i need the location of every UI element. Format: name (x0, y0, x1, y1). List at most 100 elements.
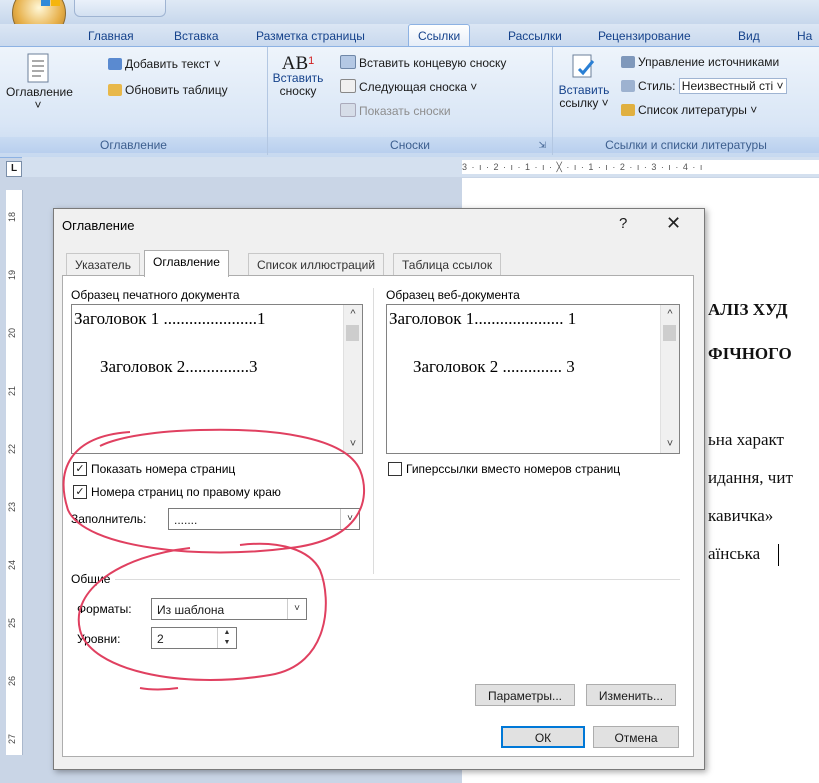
tab-view[interactable]: Вид (738, 29, 760, 43)
vertical-ruler[interactable]: 18 19 20 21 22 23 24 25 26 27 (6, 190, 23, 755)
update-table-button[interactable]: Обновить таблицу (108, 83, 228, 97)
update-table-label: Обновить таблицу (125, 83, 228, 97)
scroll-thumb[interactable] (663, 325, 676, 341)
leader-select[interactable]: ....... ˅ (168, 508, 360, 530)
bibliography-button[interactable]: Список литературы ˅ (621, 103, 757, 117)
manage-sources-button[interactable]: Управление источниками (621, 55, 779, 69)
manage-sources-icon (621, 56, 635, 68)
toc-icon (27, 53, 49, 83)
tab-insert[interactable]: Вставка (174, 29, 219, 43)
ok-button[interactable]: ОК (501, 726, 585, 748)
tab-figures[interactable]: Список иллюстраций (248, 253, 385, 276)
insert-footnote-button[interactable]: AB1 Вставить сноску (272, 54, 324, 98)
levels-stepper[interactable]: 2 ▲ ▼ (151, 627, 237, 649)
toc-button-label: Оглавление (6, 85, 73, 99)
help-icon[interactable]: ? (619, 215, 627, 232)
web-preview-line-2: Заголовок 2 .............. 3 (413, 357, 575, 376)
close-icon[interactable]: ✕ (666, 213, 681, 234)
tab-page-layout[interactable]: Разметка страницы (256, 29, 365, 43)
insert-footnote-label-2: сноску (279, 84, 317, 98)
scroll-down-icon[interactable]: ˅ (344, 435, 362, 453)
vruler-number: 19 (7, 269, 18, 281)
citations-group: Вставить ссылку ˅ Управление источниками… (553, 47, 819, 155)
web-preview[interactable]: Заголовок 1..................... 1 Загол… (386, 304, 680, 454)
ribbon-tabs: Главная Вставка Разметка страницы Ссылки… (0, 24, 819, 47)
next-footnote-label: Следующая сноска ˅ (359, 80, 478, 94)
tab-references[interactable]: Ссылки (408, 24, 471, 47)
scroll-up-icon[interactable]: ^ (661, 305, 679, 323)
hyperlinks-checkbox[interactable] (388, 462, 402, 476)
vruler-number: 21 (7, 385, 18, 397)
quick-access-toolbar[interactable] (74, 0, 166, 17)
chevron-down-icon: ˅ (340, 509, 359, 529)
dialog-title: Оглавление (62, 218, 135, 233)
tab-home[interactable]: Главная (88, 29, 134, 43)
doc-line: ФІЧНОГО (708, 344, 792, 363)
add-text-button[interactable]: Добавить текст ˅ (108, 57, 221, 71)
ab-superscript: 1 (308, 55, 315, 67)
next-footnote-button[interactable]: Следующая сноска ˅ (340, 79, 477, 94)
update-table-icon (108, 84, 122, 96)
formats-label: Форматы: (77, 602, 132, 616)
show-page-numbers-checkbox[interactable]: ✓ (73, 462, 87, 476)
right-align-checkbox[interactable]: ✓ (73, 485, 87, 499)
print-preview-label: Образец печатного документа (71, 288, 240, 302)
ribbon: Оглавление ˅ Добавить текст ˅ Обновить та… (0, 46, 819, 158)
web-preview-label: Образец веб-документа (386, 288, 520, 302)
tab-review[interactable]: Рецензирование (598, 29, 691, 43)
insert-citation-button[interactable]: Вставить ссылку ˅ (557, 53, 611, 110)
show-notes-button[interactable]: Показать сноски (340, 103, 451, 118)
formats-select[interactable]: Из шаблона ˅ (151, 598, 307, 620)
text-cursor (778, 544, 779, 566)
show-notes-icon (340, 103, 356, 117)
doc-line: кавичка» (708, 506, 774, 525)
levels-label: Уровни: (77, 632, 121, 646)
toc-group-label: Оглавление (0, 137, 267, 153)
add-text-label: Добавить текст ˅ (125, 57, 221, 71)
tab-mailings[interactable]: Рассылки (508, 29, 562, 43)
tab-more[interactable]: На (797, 29, 812, 43)
vruler-number: 27 (7, 733, 18, 745)
style-selector[interactable]: Стиль: Неизвестный сті ˅ (621, 78, 787, 94)
insert-citation-label-1: Вставить (558, 83, 610, 97)
cancel-button[interactable]: Отмена (593, 726, 679, 748)
right-align-label: Номера страниц по правому краю (91, 485, 281, 499)
scroll-thumb[interactable] (346, 325, 359, 341)
style-icon (621, 80, 635, 92)
bibliography-icon (621, 104, 635, 116)
doc-line: идання, чит (708, 468, 793, 487)
toc-dialog: Оглавление ? ✕ Указатель Оглавление Спис… (53, 208, 705, 770)
options-button[interactable]: Параметры... (475, 684, 575, 706)
web-preview-line-1: Заголовок 1..................... 1 (389, 309, 577, 328)
vruler-number: 23 (7, 501, 18, 513)
scroll-down-icon[interactable]: ˅ (661, 435, 679, 453)
citations-group-label: Ссылки и списки литературы (553, 137, 819, 153)
tab-panel: Образец печатного документа Заголовок 1 … (62, 275, 694, 757)
dialog-launcher-icon[interactable]: ⇲ (538, 137, 546, 153)
scroll-up-icon[interactable]: ^ (344, 305, 362, 323)
insert-endnote-button[interactable]: Вставить концевую сноску (340, 55, 506, 70)
tab-selector[interactable]: L (6, 161, 22, 177)
doc-line: ьна характ (708, 430, 784, 449)
tab-toc[interactable]: Оглавление (144, 250, 229, 277)
toc-group: Оглавление ˅ Добавить текст ˅ Обновить та… (0, 47, 268, 155)
vertical-separator (373, 288, 374, 574)
print-preview[interactable]: Заголовок 1 ......................1 Заго… (71, 304, 363, 454)
tab-index[interactable]: Указатель (66, 253, 140, 276)
horizontal-ruler-scale[interactable]: 3 · ı · 2 · ı · 1 · ı · ╳ · ı · 1 · ı · … (462, 160, 819, 174)
dropdown-arrow-icon: ˅ (34, 98, 42, 112)
print-preview-scrollbar[interactable]: ^ ˅ (343, 305, 362, 453)
insert-citation-icon (572, 54, 595, 78)
toc-button[interactable]: Оглавление ˅ (6, 53, 73, 112)
footnotes-group: AB1 Вставить сноску Вставить концевую сн… (268, 47, 553, 155)
style-label: Стиль: (638, 79, 676, 93)
hyperlinks-label: Гиперссылки вместо номеров страниц (406, 462, 621, 476)
tab-authorities[interactable]: Таблица ссылок (393, 253, 502, 276)
insert-endnote-label: Вставить концевую сноску (359, 56, 507, 70)
web-preview-scrollbar[interactable]: ^ ˅ (660, 305, 679, 453)
spin-arrows-icon[interactable]: ▲ ▼ (217, 628, 236, 648)
vruler-number: 20 (7, 327, 18, 339)
print-preview-line-2: Заголовок 2...............3 (100, 357, 258, 376)
modify-button[interactable]: Изменить... (586, 684, 676, 706)
next-footnote-icon (340, 79, 356, 93)
